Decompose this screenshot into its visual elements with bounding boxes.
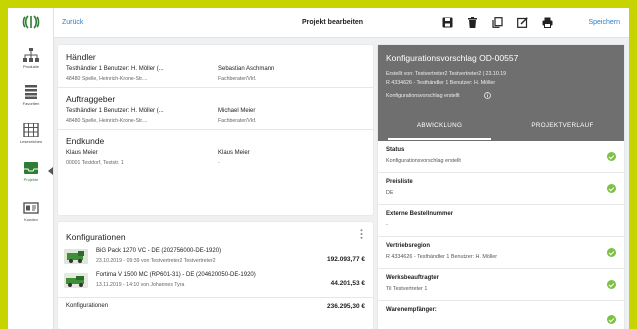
status-label: Preisliste (386, 179, 413, 185)
top-bar: Zurück Projekt bearbeiten Speichern (54, 8, 629, 38)
more-options-icon[interactable] (360, 229, 363, 239)
haendler-contact-role: Fachberater/Vkf. (218, 76, 257, 82)
inbox-icon (24, 162, 38, 174)
edit-icon[interactable] (517, 17, 528, 28)
print-icon[interactable] (542, 17, 553, 28)
auftraggeber-title: Auftraggeber (66, 94, 116, 104)
active-indicator (48, 167, 53, 175)
list-icon (25, 85, 37, 99)
panel-state: Konfigurationsvorschlag erstellt (386, 93, 460, 99)
konfiguration-meta: 13.11.2019 - 14:10 von Johannes Tyra (96, 282, 185, 288)
check-icon (607, 152, 616, 161)
nav-item-label: Projekte (23, 177, 39, 182)
haendler-name[interactable]: Testhändler 1 Benutzer: H. Möller (... (66, 66, 164, 72)
page-title: Projekt bearbeiten (302, 19, 364, 26)
check-icon (607, 280, 616, 289)
status-value: Til Testvertreter 1 (386, 286, 428, 292)
check-icon (607, 184, 616, 193)
konfigurationen-card: Konfigurationen BiG Pack 1270 VC - DE (2… (58, 222, 373, 329)
status-label: Status (386, 147, 405, 153)
nav-item-label: Produkte (22, 64, 39, 69)
haendler-address: 48480 Spelle, Heinrich-Krone-Str.... (66, 76, 148, 82)
status-row[interactable]: Werksbeauftragter Til Testvertreter 1 (378, 269, 624, 301)
konfigurationen-total-label: Konfigurationen (66, 303, 109, 309)
konfiguration-row[interactable]: BiG Pack 1270 VC - DE (202756000-DE-1920… (58, 246, 373, 268)
haendler-title: Händler (66, 52, 96, 62)
app-frame: Produkte Favoriten Lesezeichen Projekte (8, 8, 629, 329)
panel-header: Konfigurationsvorschlag OD-00557 Erstell… (378, 45, 624, 141)
status-value: Konfigurationsvorschlag erstellt (386, 158, 461, 164)
delete-icon[interactable] (467, 17, 478, 28)
divider (58, 297, 373, 298)
konfigurationsvorschlag-panel: Konfigurationsvorschlag OD-00557 Erstell… (378, 45, 624, 329)
status-label: Warenempfänger: (386, 307, 437, 313)
endkunde-name[interactable]: Klaus Meier (66, 150, 98, 156)
nav-item-produkte[interactable]: Produkte (8, 48, 54, 84)
tab-indicator (388, 138, 491, 140)
save-button[interactable]: Speichern (588, 19, 620, 26)
side-nav: Produkte Favoriten Lesezeichen Projekte (8, 8, 54, 329)
baler-thumbnail (64, 249, 88, 264)
nav-item-label: Favoriten (22, 101, 40, 106)
endkunde-contact-name[interactable]: Klaus Meier (218, 150, 250, 156)
status-label: Vertriebsregion (386, 243, 431, 249)
back-link[interactable]: Zurück (62, 19, 83, 26)
auftraggeber-contact-role: Fachberater/Vkf. (218, 118, 257, 124)
endkunde-contact-role: - (218, 160, 220, 166)
status-row[interactable]: Warenempfänger: (378, 301, 624, 329)
sitemap-icon (23, 48, 39, 62)
nav-item-lesezeichen[interactable]: Lesezeichen (8, 123, 54, 159)
brand-logo-icon (22, 15, 40, 29)
status-value: DE (386, 190, 394, 196)
konfiguration-price: 192.093,77 € (327, 256, 365, 263)
haendler-contact-name[interactable]: Sebastian Aschmann (218, 66, 274, 72)
divider (58, 129, 373, 130)
status-label: Werksbeauftragter (386, 275, 439, 281)
nav-item-label: Lesezeichen (19, 139, 43, 144)
save-icon[interactable] (442, 17, 453, 28)
konfiguration-name: Fortima V 1500 MC (RP601-31) - DE (20462… (96, 272, 256, 278)
check-icon (607, 315, 616, 324)
tab-projektverlauf[interactable]: PROJEKTVERLAUF (501, 122, 624, 129)
divider (58, 87, 373, 88)
id-card-icon (23, 202, 39, 214)
status-value: - (386, 222, 388, 228)
konfiguration-row[interactable]: Fortima V 1500 MC (RP601-31) - DE (20462… (58, 270, 373, 292)
status-value: R 4334626 - Testhändler 1 Benutzer: H. M… (386, 254, 498, 260)
panel-created: Erstellt von: Testvertreter2 Testvertret… (386, 71, 507, 77)
konfigurationen-total-value: 236.295,30 € (327, 303, 365, 310)
auftraggeber-address: 48480 Spelle, Heinrich-Krone-Str.... (66, 118, 148, 124)
status-row[interactable]: Externe Bestellnummer - (378, 205, 624, 237)
panel-region: R 4334626 - Testhändler 1 Benutzer: H. M… (386, 80, 496, 86)
auftraggeber-contact-name[interactable]: Michael Meier (218, 108, 255, 114)
nav-item-favoriten[interactable]: Favoriten (8, 85, 54, 121)
info-icon[interactable] (484, 92, 491, 99)
endkunde-address: 00001 Testdorf, Teststr. 1 (66, 160, 124, 166)
baler-thumbnail (64, 273, 88, 288)
tab-abwicklung[interactable]: ABWICKLUNG (378, 122, 501, 129)
status-row[interactable]: Vertriebsregion R 4334626 - Testhändler … (378, 237, 624, 269)
endkunde-title: Endkunde (66, 136, 105, 146)
konfiguration-price: 44.201,53 € (330, 280, 365, 287)
grid-icon (23, 123, 39, 137)
status-label: Externe Bestellnummer (386, 211, 454, 217)
status-row[interactable]: Preisliste DE (378, 173, 624, 205)
copy-icon[interactable] (492, 17, 503, 28)
konfiguration-meta: 23.10.2019 - 09:39 von Testvertreter2 Te… (96, 258, 216, 264)
status-row[interactable]: Status Konfigurationsvorschlag erstellt (378, 141, 624, 173)
panel-title: Konfigurationsvorschlag OD-00557 (386, 53, 519, 63)
check-icon (607, 248, 616, 257)
nav-item-label: Kunden (24, 217, 38, 222)
konfigurationen-title: Konfigurationen (66, 232, 126, 242)
parties-card: Händler Testhändler 1 Benutzer: H. Mölle… (58, 45, 373, 215)
nav-item-kunden[interactable]: Kunden (8, 201, 54, 237)
konfiguration-name: BiG Pack 1270 VC - DE (202756000-DE-1920… (96, 248, 222, 254)
auftraggeber-name[interactable]: Testhändler 1 Benutzer: H. Möller (... (66, 108, 164, 114)
